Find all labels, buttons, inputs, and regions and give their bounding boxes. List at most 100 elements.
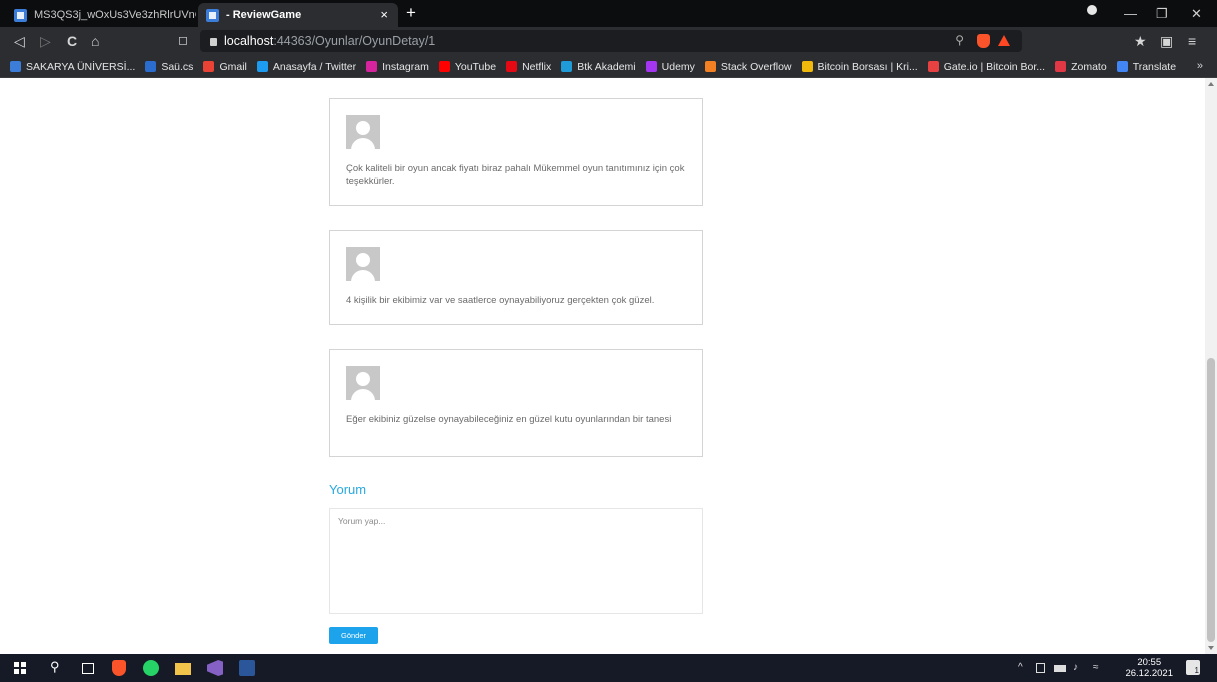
- brave-rewards-icon[interactable]: [998, 35, 1010, 46]
- bookmark-favicon-icon: [927, 61, 939, 72]
- comment-form-title: Yorum: [329, 482, 367, 497]
- bookmark-label: Udemy: [661, 60, 695, 73]
- word-icon[interactable]: [239, 660, 255, 676]
- bookmark-label: Anasayfa / Twitter: [272, 60, 357, 73]
- submit-comment-button[interactable]: Gönder: [329, 627, 378, 644]
- bookmark-item[interactable]: Netflix: [506, 61, 551, 73]
- bookmark-label: Netflix: [522, 60, 552, 73]
- bookmark-favicon-icon: [506, 61, 518, 72]
- comment-card: Eğer ekibiniz güzelse oynayabileceğiniz …: [329, 349, 703, 457]
- bookmark-item[interactable]: Btk Akademi: [561, 60, 636, 73]
- comment-card: Çok kaliteli bir oyun ancak fiyatı biraz…: [329, 98, 703, 206]
- tab-title: MS3QS3j_wOxUs3Ve3zhRlrUVnC2sL6i: [34, 9, 196, 21]
- system-clock[interactable]: 20:55 26.12.2021: [1125, 657, 1173, 679]
- minimize-button[interactable]: —: [1124, 6, 1137, 21]
- user-avatar-icon: [346, 366, 380, 400]
- tab-inactive[interactable]: MS3QS3j_wOxUs3Ve3zhRlrUVnC2sL6i: [6, 3, 196, 27]
- scrollbar-thumb[interactable]: [1207, 358, 1215, 642]
- file-explorer-icon[interactable]: [175, 663, 191, 675]
- user-avatar-icon: [346, 247, 380, 281]
- bookmarks-more-button[interactable]: »: [1197, 60, 1203, 72]
- bookmark-label: Zomato: [1071, 60, 1107, 73]
- bookmark-item[interactable]: Gate.io | Bitcoin Bor...: [927, 60, 1046, 73]
- bookmark-label: SAKARYA ÜNİVERSİ...: [26, 60, 136, 73]
- volume-icon[interactable]: ♪: [1073, 662, 1078, 673]
- url-host: localhost: [224, 34, 274, 48]
- tab-active[interactable]: - ReviewGame ×: [198, 3, 398, 27]
- bookmark-label: Instagram: [382, 60, 429, 73]
- bookmark-page-button[interactable]: ◻: [178, 33, 188, 47]
- search-icon[interactable]: ⚲: [955, 33, 964, 47]
- browser-tab-bar: MS3QS3j_wOxUs3Ve3zhRlrUVnC2sL6i - Review…: [0, 0, 1217, 27]
- clock-time: 20:55: [1137, 657, 1162, 668]
- bookmark-item[interactable]: Anasayfa / Twitter: [256, 60, 357, 73]
- bookmark-label: Gate.io | Bitcoin Bor...: [943, 60, 1046, 73]
- forward-button[interactable]: ▷: [40, 33, 51, 50]
- browser-toolbar: ◁ ▷ C ⌂ ◻ localhost :44363/Oyunlar/OyunD…: [0, 27, 1217, 56]
- bookmark-item[interactable]: Zomato: [1055, 61, 1107, 73]
- windows-taskbar: ⚲ ^ ♪ ≈ 20:55 26.12.2021 1: [0, 654, 1217, 682]
- bookmark-item[interactable]: Udemy: [645, 60, 695, 73]
- page-favicon-icon: [14, 8, 27, 22]
- bookmark-item[interactable]: Saü.cs: [145, 61, 193, 73]
- user-avatar-icon: [346, 115, 380, 149]
- search-icon[interactable]: ⚲: [50, 659, 66, 675]
- bookmarks-bar: SAKARYA ÜNİVERSİ... Saü.cs Gmail Anasayfa /…: [0, 56, 1217, 78]
- notification-center-icon[interactable]: 1: [1186, 660, 1200, 675]
- tray-expand-icon[interactable]: ^: [1018, 662, 1023, 673]
- brave-shields-icon[interactable]: [977, 34, 990, 48]
- scroll-up-icon[interactable]: [1208, 82, 1214, 86]
- bookmark-item[interactable]: Stack Overflow: [704, 60, 792, 73]
- bookmark-favicon-icon: [366, 61, 378, 72]
- wifi-icon[interactable]: ≈: [1093, 662, 1099, 673]
- page-favicon-icon: [206, 8, 219, 22]
- comment-input[interactable]: [329, 508, 703, 614]
- close-tab-icon[interactable]: ×: [380, 7, 388, 22]
- bookmark-favicon-icon: [145, 61, 157, 72]
- bookmark-label: YouTube: [454, 60, 497, 73]
- windows-start-icon[interactable]: [14, 662, 26, 674]
- bookmark-item[interactable]: Instagram: [366, 61, 429, 73]
- menu-icon[interactable]: ≡: [1188, 33, 1196, 49]
- scroll-down-icon[interactable]: [1208, 646, 1214, 650]
- close-window-button[interactable]: ✕: [1191, 6, 1202, 22]
- bookmark-label: Btk Akademi: [577, 60, 636, 73]
- visual-studio-icon[interactable]: [207, 660, 223, 676]
- bookmark-item[interactable]: Bitcoin Borsası | Kri...: [801, 61, 918, 73]
- back-button[interactable]: ◁: [14, 33, 25, 50]
- page-viewport: Çok kaliteli bir oyun ancak fiyatı biraz…: [0, 78, 1217, 654]
- bookmark-favicon-icon: [801, 61, 813, 72]
- comment-text: Çok kaliteli bir oyun ancak fiyatı biraz…: [346, 163, 685, 187]
- bookmark-item[interactable]: Translate: [1116, 61, 1176, 73]
- reload-button[interactable]: C: [67, 33, 77, 49]
- new-tab-button[interactable]: +: [406, 3, 416, 23]
- bookmark-favicon-icon: [561, 61, 573, 72]
- vpn-icon[interactable]: [1087, 5, 1097, 15]
- bookmark-favicon-icon: [203, 61, 215, 72]
- bookmark-favicon-icon: [704, 61, 716, 72]
- whatsapp-icon[interactable]: [143, 660, 159, 676]
- clock-date: 26.12.2021: [1125, 668, 1173, 679]
- bookmark-favicon-icon: [1055, 61, 1067, 72]
- bookmark-item[interactable]: SAKARYA ÜNİVERSİ...: [10, 61, 135, 73]
- bookmark-item[interactable]: Gmail: [203, 60, 247, 73]
- bookmark-label: Gmail: [219, 60, 247, 73]
- battery-icon[interactable]: [1054, 665, 1066, 672]
- notification-count: 1: [1194, 666, 1199, 675]
- bookmark-favicon-icon: [1116, 61, 1128, 72]
- url-path: :44363/Oyunlar/OyunDetay/1: [273, 34, 436, 48]
- address-bar[interactable]: localhost :44363/Oyunlar/OyunDetay/1 ⚲: [200, 30, 1022, 52]
- page-scrollbar[interactable]: [1205, 78, 1217, 654]
- bookmark-label: Stack Overflow: [720, 60, 792, 73]
- tablet-icon[interactable]: [1036, 663, 1045, 673]
- restore-button[interactable]: ❐: [1156, 6, 1168, 22]
- wallet-icon[interactable]: ▣: [1160, 33, 1173, 50]
- brave-browser-icon[interactable]: [112, 660, 126, 676]
- task-view-icon[interactable]: [82, 663, 94, 674]
- home-button[interactable]: ⌂: [91, 33, 99, 49]
- lock-icon: [210, 38, 217, 46]
- comment-text: Eğer ekibiniz güzelse oynayabileceğiniz …: [346, 414, 672, 425]
- bookmark-favicon-icon: [10, 61, 21, 72]
- bookmark-item[interactable]: YouTube: [438, 60, 497, 73]
- extensions-icon[interactable]: ★: [1134, 33, 1147, 50]
